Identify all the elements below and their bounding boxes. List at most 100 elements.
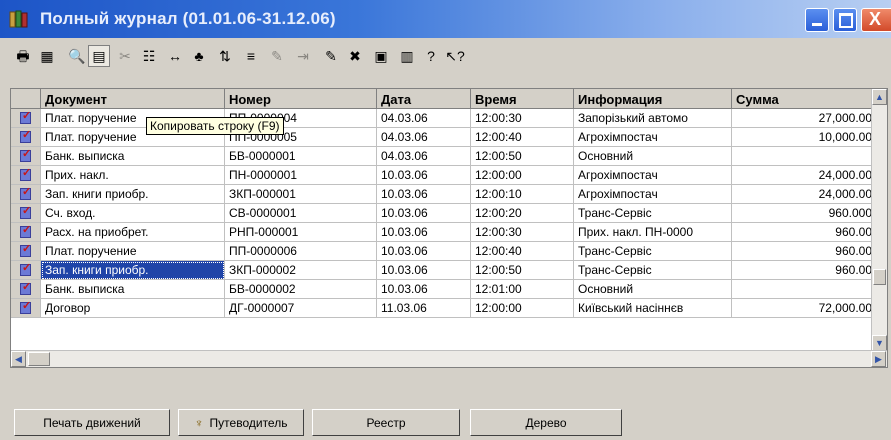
- table-row[interactable]: Прих. накл.ПН-000000110.03.0612:00:00Агр…: [11, 166, 877, 185]
- cell-time[interactable]: 12:00:40: [471, 128, 574, 147]
- table-row[interactable]: Плат. поручениеПП-000000404.03.0612:00:3…: [11, 109, 877, 128]
- cell-time[interactable]: 12:00:10: [471, 185, 574, 204]
- cell-number[interactable]: ЗКП-000001: [225, 185, 377, 204]
- unpost-icon[interactable]: ▥: [398, 47, 416, 65]
- table-row[interactable]: Плат. поручениеПП-000000610.03.0612:00:4…: [11, 242, 877, 261]
- help-context-icon[interactable]: ↖?: [445, 47, 465, 65]
- cell-date[interactable]: 04.03.06: [377, 109, 471, 128]
- cell-sum[interactable]: 960.000: [732, 204, 877, 223]
- cell-date[interactable]: 10.03.06: [377, 204, 471, 223]
- help-icon[interactable]: ?: [422, 47, 440, 65]
- table-row[interactable]: Сч. вход.СВ-000000110.03.0612:00:20Транс…: [11, 204, 877, 223]
- cell-number[interactable]: БВ-0000002: [225, 280, 377, 299]
- cell-sum[interactable]: 72,000.00: [732, 299, 877, 318]
- cell-sum[interactable]: 27,000.00: [732, 109, 877, 128]
- post-icon[interactable]: ▣: [372, 47, 390, 65]
- cell-sum[interactable]: 24,000.00: [732, 166, 877, 185]
- cell-document[interactable]: Прих. накл.: [41, 166, 225, 185]
- move-icon[interactable]: ≡: [242, 47, 260, 65]
- scroll-down-icon[interactable]: ▼: [872, 335, 887, 351]
- table-row[interactable]: Плат. поручениеПП-000000504.03.0612:00:4…: [11, 128, 877, 147]
- cell-number[interactable]: ЗКП-000002: [225, 261, 377, 280]
- cell-time[interactable]: 12:00:00: [471, 166, 574, 185]
- cell-sum[interactable]: [732, 280, 877, 299]
- cell-time[interactable]: 12:00:40: [471, 242, 574, 261]
- cell-time[interactable]: 12:01:00: [471, 280, 574, 299]
- cell-document[interactable]: Расх. на приобрет.: [41, 223, 225, 242]
- cell-number[interactable]: ДГ-0000007: [225, 299, 377, 318]
- sort-icon[interactable]: ⇅: [216, 47, 234, 65]
- table-row[interactable]: Зап. книги приобр.ЗКП-00000210.03.0612:0…: [11, 261, 877, 280]
- cell-info[interactable]: Агрохімпостач: [574, 185, 732, 204]
- table-row[interactable]: Зап. книги приобр.ЗКП-00000110.03.0612:0…: [11, 185, 877, 204]
- cell-number[interactable]: СВ-0000001: [225, 204, 377, 223]
- cell-time[interactable]: 12:00:30: [471, 223, 574, 242]
- cell-time[interactable]: 12:00:30: [471, 109, 574, 128]
- scroll-right-icon[interactable]: ▶: [871, 351, 886, 367]
- column-header-time[interactable]: Время: [471, 89, 574, 109]
- cell-info[interactable]: Київський насіннєв: [574, 299, 732, 318]
- cell-info[interactable]: Основний: [574, 280, 732, 299]
- cell-document[interactable]: Плат. поручение: [41, 242, 225, 261]
- cell-number[interactable]: БВ-0000001: [225, 147, 377, 166]
- cell-number[interactable]: РНП-000001: [225, 223, 377, 242]
- column-header-document[interactable]: Документ: [41, 89, 225, 109]
- cell-date[interactable]: 10.03.06: [377, 242, 471, 261]
- table-row[interactable]: Расх. на приобрет.РНП-00000110.03.0612:0…: [11, 223, 877, 242]
- table-row[interactable]: ДоговорДГ-000000711.03.0612:00:00Київськ…: [11, 299, 877, 318]
- cell-document[interactable]: Зап. книги приобр.: [41, 185, 225, 204]
- horizontal-scroll-thumb[interactable]: [28, 352, 50, 366]
- cell-info[interactable]: Агрохімпостач: [574, 128, 732, 147]
- cell-info[interactable]: Основний: [574, 147, 732, 166]
- horizontal-scrollbar[interactable]: ◀ ▶: [11, 350, 887, 367]
- column-header-number[interactable]: Номер: [225, 89, 377, 109]
- tree-button[interactable]: Дерево: [470, 409, 622, 436]
- table-row[interactable]: Банк. выпискаБВ-000000104.03.0612:00:50О…: [11, 147, 877, 166]
- registry-button[interactable]: Реестр: [312, 409, 460, 436]
- cell-date[interactable]: 10.03.06: [377, 166, 471, 185]
- cell-time[interactable]: 12:00:50: [471, 147, 574, 166]
- cell-document[interactable]: Банк. выписка: [41, 147, 225, 166]
- column-header-date[interactable]: Дата: [377, 89, 471, 109]
- cell-date[interactable]: 11.03.06: [377, 299, 471, 318]
- cell-number[interactable]: ПП-0000006: [225, 242, 377, 261]
- cell-document[interactable]: Зап. книги приобр.: [41, 261, 225, 280]
- cell-sum[interactable]: 960.00: [732, 261, 877, 280]
- find-icon[interactable]: 🔍: [68, 47, 86, 65]
- print-moves-button[interactable]: Печать движений: [14, 409, 170, 436]
- cell-info[interactable]: Транс-Сервіс: [574, 261, 732, 280]
- column-header-sum[interactable]: Сумма: [732, 89, 877, 109]
- cell-info[interactable]: Прих. накл. ПН-0000: [574, 223, 732, 242]
- cell-sum[interactable]: [732, 147, 877, 166]
- cell-document[interactable]: Сч. вход.: [41, 204, 225, 223]
- tree-icon[interactable]: ♣: [190, 47, 208, 65]
- cell-date[interactable]: 10.03.06: [377, 223, 471, 242]
- cell-time[interactable]: 12:00:50: [471, 261, 574, 280]
- close-button[interactable]: X: [861, 8, 891, 32]
- cell-document[interactable]: Договор: [41, 299, 225, 318]
- title-bar[interactable]: Полный журнал (01.01.06-31.12.06) X: [0, 0, 891, 38]
- cell-date[interactable]: 04.03.06: [377, 128, 471, 147]
- filter-icon[interactable]: ☷: [140, 47, 158, 65]
- cell-document[interactable]: Банк. выписка: [41, 280, 225, 299]
- cell-sum[interactable]: 960.00: [732, 242, 877, 261]
- table-row[interactable]: Банк. выпискаБВ-000000210.03.0612:01:00О…: [11, 280, 877, 299]
- minimize-button[interactable]: [805, 8, 829, 32]
- copy-row-icon[interactable]: ▤: [88, 45, 110, 67]
- vertical-scroll-thumb[interactable]: [873, 269, 886, 285]
- cell-info[interactable]: Транс-Сервіс: [574, 204, 732, 223]
- cell-info[interactable]: Транс-Сервіс: [574, 242, 732, 261]
- cell-sum[interactable]: 960.00: [732, 223, 877, 242]
- cell-date[interactable]: 10.03.06: [377, 185, 471, 204]
- cell-time[interactable]: 12:00:20: [471, 204, 574, 223]
- interval-icon[interactable]: ↔: [166, 47, 184, 65]
- delete-icon[interactable]: ✖: [346, 47, 364, 65]
- maximize-button[interactable]: [833, 8, 857, 32]
- cell-date[interactable]: 10.03.06: [377, 261, 471, 280]
- new-doc-icon[interactable]: ▦: [38, 47, 56, 65]
- scroll-left-icon[interactable]: ◀: [11, 351, 26, 367]
- cell-info[interactable]: Агрохімпостач: [574, 166, 732, 185]
- cell-sum[interactable]: 24,000.00: [732, 185, 877, 204]
- cell-sum[interactable]: 10,000.00: [732, 128, 877, 147]
- edit-icon[interactable]: ✎: [322, 47, 340, 65]
